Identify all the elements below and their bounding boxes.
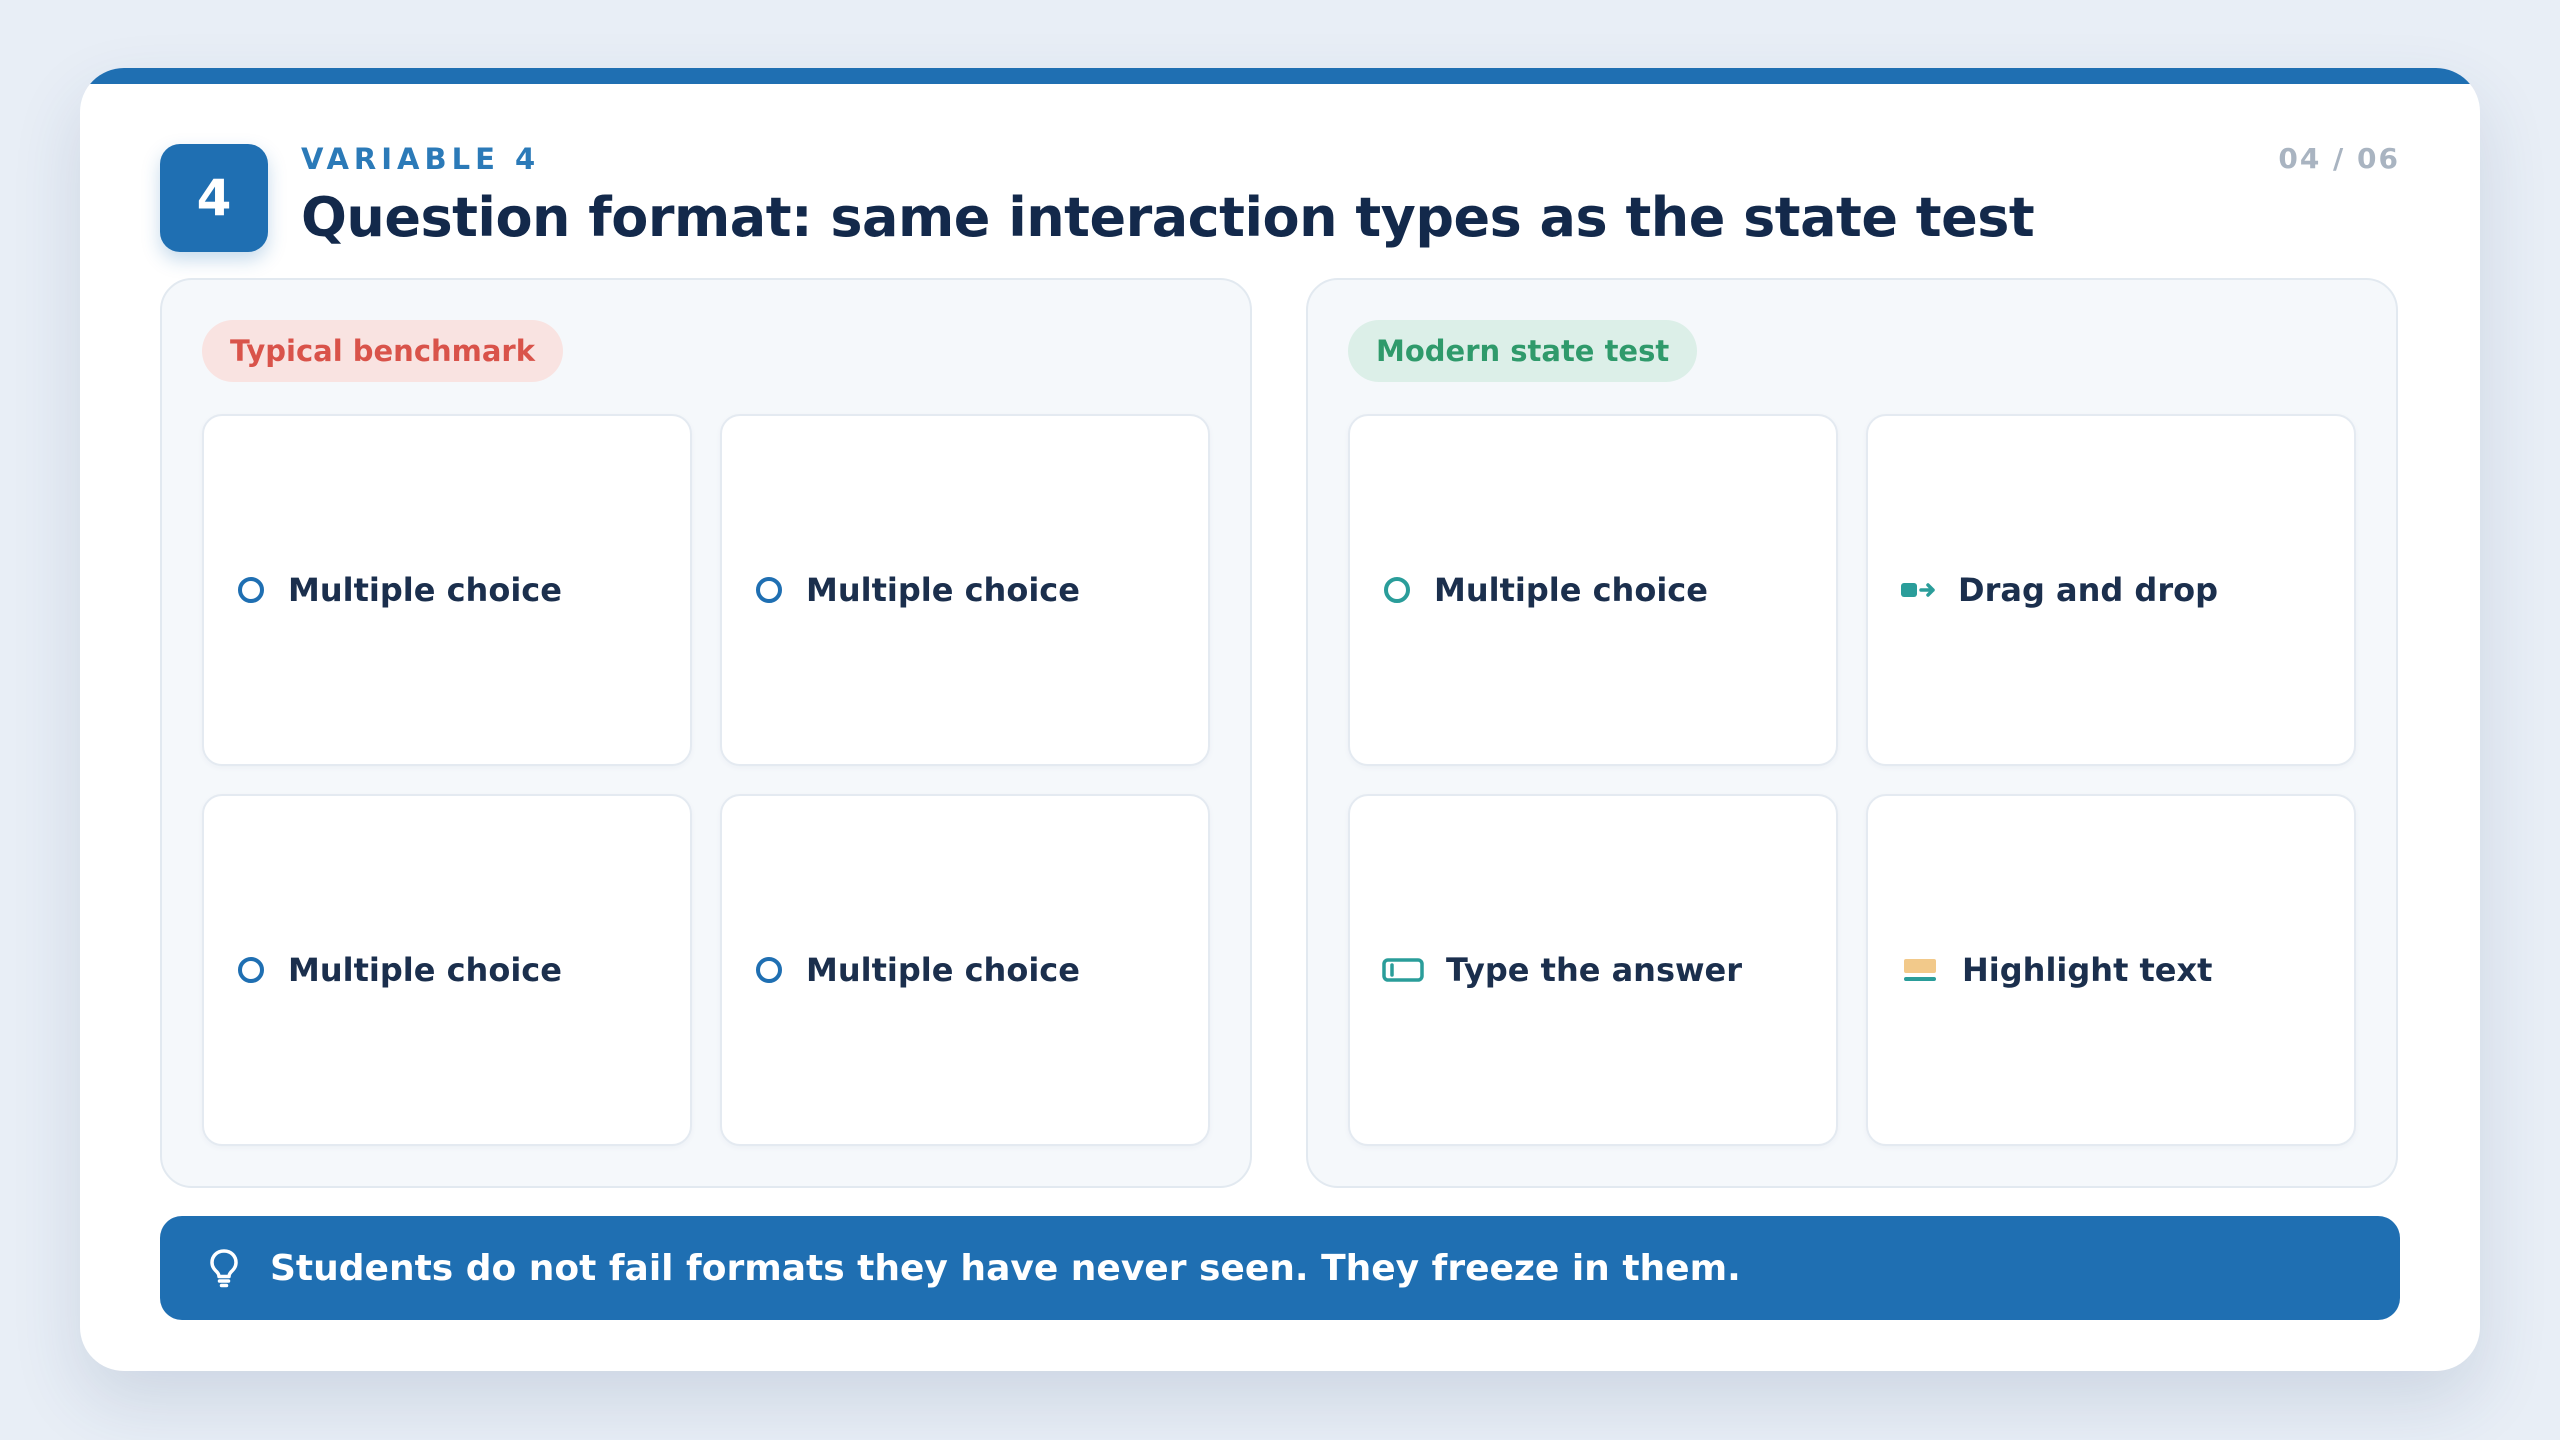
text-input-icon (1382, 957, 1424, 983)
format-tile: Multiple choice (720, 414, 1210, 766)
tile-label: Highlight text (1962, 951, 2213, 989)
format-tile: Multiple choice (1348, 414, 1838, 766)
format-tile: Highlight text (1866, 794, 2356, 1146)
tile-label: Multiple choice (806, 571, 1080, 609)
radio-circle-icon (236, 955, 266, 985)
takeaway-text: Students do not fail formats they have n… (270, 1247, 1741, 1289)
tile-label: Multiple choice (288, 571, 562, 609)
tile-label: Multiple choice (1434, 571, 1708, 609)
typical-benchmark-panel: Typical benchmark Multiple choice Multip… (160, 278, 1252, 1188)
eyebrow-label: VARIABLE 4 (301, 142, 541, 176)
format-tile: Multiple choice (202, 794, 692, 1146)
format-tile: Multiple choice (202, 414, 692, 766)
tile-label: Multiple choice (288, 951, 562, 989)
tile-label: Type the answer (1446, 951, 1743, 989)
format-tile: Drag and drop (1866, 414, 2356, 766)
radio-circle-icon (754, 955, 784, 985)
slide-counter: 04 / 06 (2278, 142, 2400, 175)
radio-circle-icon (236, 575, 266, 605)
top-accent-bar (80, 68, 2480, 84)
modern-state-test-panel: Modern state test Multiple choice Drag a… (1306, 278, 2398, 1188)
page-title: Question format: same interaction types … (301, 186, 2035, 249)
modern-state-test-tag: Modern state test (1348, 320, 1698, 382)
drag-drop-icon (1900, 579, 1936, 601)
radio-circle-icon (754, 575, 784, 605)
lightbulb-icon (208, 1248, 240, 1288)
slide-card: 4 VARIABLE 4 Question format: same inter… (80, 68, 2480, 1371)
takeaway-banner: Students do not fail formats they have n… (160, 1216, 2400, 1320)
tile-label: Drag and drop (1958, 571, 2218, 609)
variable-number-badge: 4 (160, 144, 268, 252)
format-tile: Type the answer (1348, 794, 1838, 1146)
radio-circle-icon (1382, 575, 1412, 605)
typical-benchmark-tag: Typical benchmark (202, 320, 564, 382)
format-tile: Multiple choice (720, 794, 1210, 1146)
highlight-icon (1900, 955, 1940, 985)
tile-label: Multiple choice (806, 951, 1080, 989)
